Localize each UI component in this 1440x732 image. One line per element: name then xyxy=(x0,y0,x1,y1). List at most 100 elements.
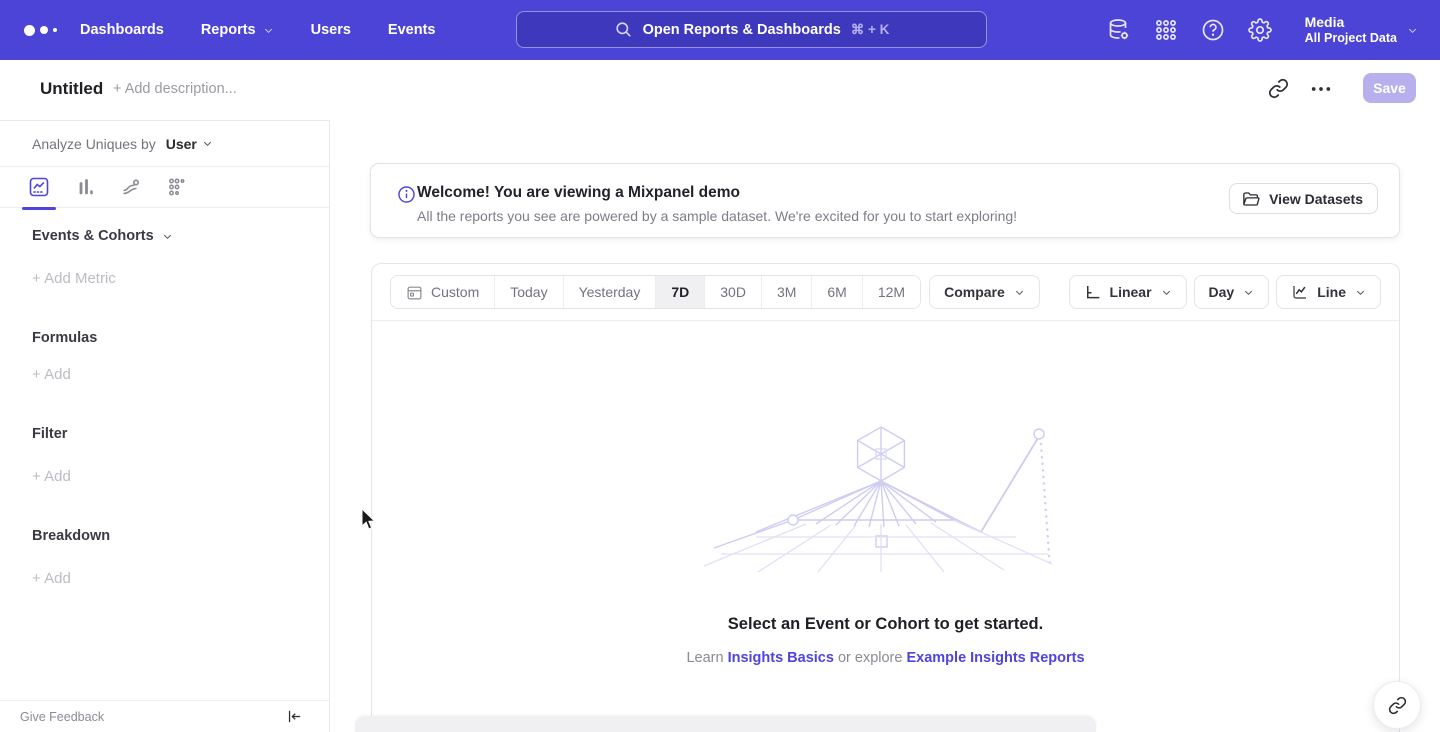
section-title: Formulas xyxy=(32,330,97,346)
chart-type-label: Line xyxy=(1317,284,1346,300)
apps-grid-icon[interactable] xyxy=(1154,18,1178,42)
empty-state-links: Learn Insights Basics or explore Example… xyxy=(372,650,1399,666)
report-description-placeholder[interactable]: + Add description... xyxy=(113,81,237,97)
add-formula-button[interactable]: + Add xyxy=(32,366,71,383)
chevron-down-icon xyxy=(1243,287,1254,298)
chevron-down-icon xyxy=(1407,25,1418,36)
global-search-bar[interactable]: Open Reports & Dashboards ⌘ + K xyxy=(516,11,987,48)
linear-axis-icon xyxy=(1084,283,1102,301)
chevron-down-icon xyxy=(1014,287,1025,298)
more-options-icon[interactable] xyxy=(1310,81,1332,97)
line-chart-icon xyxy=(29,177,49,197)
collapse-sidebar-icon[interactable] xyxy=(286,708,303,725)
search-shortcut: ⌘ + K xyxy=(851,22,890,38)
top-nav-items: Dashboards Reports Users Events xyxy=(80,22,435,38)
add-breakdown-button[interactable]: + Add xyxy=(32,570,71,587)
search-label: Open Reports & Dashboards xyxy=(643,22,841,38)
chart-display-controls: Linear Day Line xyxy=(1069,275,1381,309)
section-breakdown: Breakdown xyxy=(32,528,110,544)
floating-share-link-button[interactable] xyxy=(1373,681,1421,729)
project-name: Media xyxy=(1305,14,1397,31)
chevron-down-icon xyxy=(1161,287,1172,298)
tab-line-chart[interactable] xyxy=(27,167,51,208)
mixpanel-logo-icon[interactable] xyxy=(24,25,60,36)
tab-flows-chart[interactable] xyxy=(119,167,143,208)
nav-label: Users xyxy=(311,22,351,38)
help-icon[interactable] xyxy=(1201,18,1225,42)
mixpanel-insights-screen: Dashboards Reports Users Events Open Rep… xyxy=(0,0,1440,732)
tab-retention-grid[interactable] xyxy=(165,167,189,208)
range-label: Yesterday xyxy=(579,284,641,300)
section-formulas: Formulas xyxy=(32,330,97,346)
view-datasets-button[interactable]: View Datasets xyxy=(1229,183,1378,214)
search-icon xyxy=(614,20,633,39)
empty-state-title: Select an Event or Cohort to get started… xyxy=(372,615,1399,634)
nav-item-dashboards[interactable]: Dashboards xyxy=(80,22,164,38)
copy-link-icon[interactable] xyxy=(1268,78,1289,99)
range-6m[interactable]: 6M xyxy=(811,276,861,308)
range-3m[interactable]: 3M xyxy=(761,276,811,308)
report-title[interactable]: Untitled xyxy=(40,79,103,99)
nav-item-events[interactable]: Events xyxy=(388,22,436,38)
results-panel-peek xyxy=(355,716,1096,732)
explore-infix: or explore xyxy=(838,650,902,666)
nav-item-users[interactable]: Users xyxy=(311,22,351,38)
banner-title: Welcome! You are viewing a Mixpanel demo xyxy=(417,184,740,202)
query-builder-sidebar: Analyze Uniques by User xyxy=(0,120,330,732)
flows-icon xyxy=(121,177,141,197)
section-events-cohorts[interactable]: Events & Cohorts xyxy=(32,228,173,244)
data-management-icon[interactable] xyxy=(1107,18,1131,42)
line-chart-icon xyxy=(1291,283,1309,301)
range-label: 6M xyxy=(827,284,846,300)
learn-prefix: Learn xyxy=(686,650,723,666)
section-title: Events & Cohorts xyxy=(32,228,154,244)
range-label: Today xyxy=(510,284,547,300)
tab-bar-chart[interactable] xyxy=(73,167,97,208)
chevron-down-icon xyxy=(162,231,173,242)
project-switcher[interactable]: Media All Project Data xyxy=(1305,14,1418,46)
add-filter-button[interactable]: + Add xyxy=(32,468,71,485)
date-range-segmented-control: Custom Today Yesterday 7D 30D 3M 6M 12M xyxy=(390,275,921,309)
link-icon xyxy=(1388,696,1407,715)
add-metric-button[interactable]: + Add Metric xyxy=(32,270,116,287)
example-reports-link[interactable]: Example Insights Reports xyxy=(906,650,1084,666)
section-title: Filter xyxy=(32,426,67,442)
demo-welcome-banner: Welcome! You are viewing a Mixpanel demo… xyxy=(370,163,1400,238)
nav-label: Dashboards xyxy=(80,22,164,38)
interval-dropdown[interactable]: Day xyxy=(1194,275,1270,309)
nav-label: Reports xyxy=(201,22,256,38)
section-filter: Filter xyxy=(32,426,67,442)
nav-item-reports[interactable]: Reports xyxy=(201,22,274,38)
nav-label: Events xyxy=(388,22,436,38)
range-today[interactable]: Today xyxy=(494,276,562,308)
chevron-down-icon xyxy=(263,25,274,36)
range-label: 3M xyxy=(777,284,796,300)
insights-chart-card: Custom Today Yesterday 7D 30D 3M 6M 12M … xyxy=(371,263,1400,732)
bar-chart-icon xyxy=(75,177,95,197)
range-label: 30D xyxy=(720,284,746,300)
settings-gear-icon[interactable] xyxy=(1248,18,1272,42)
range-label: 7D xyxy=(671,284,689,300)
project-subtitle: All Project Data xyxy=(1305,31,1397,46)
scale-dropdown[interactable]: Linear xyxy=(1069,275,1187,309)
analyze-by-dropdown[interactable]: User xyxy=(166,136,213,152)
visualization-tabs xyxy=(0,167,329,208)
grid-dots-icon xyxy=(167,177,187,197)
analyze-value-label: User xyxy=(166,136,197,152)
compare-button[interactable]: Compare xyxy=(929,275,1040,309)
section-title: Breakdown xyxy=(32,528,110,544)
chart-type-dropdown[interactable]: Line xyxy=(1276,275,1381,309)
sidebar-footer: Give Feedback xyxy=(0,700,329,732)
scale-label: Linear xyxy=(1110,284,1152,300)
range-30d[interactable]: 30D xyxy=(704,276,761,308)
give-feedback-link[interactable]: Give Feedback xyxy=(20,710,104,724)
top-nav-right: Media All Project Data xyxy=(1107,0,1418,60)
insights-basics-link[interactable]: Insights Basics xyxy=(728,650,834,666)
range-label: Custom xyxy=(431,284,479,300)
info-icon xyxy=(397,185,416,204)
range-7d[interactable]: 7D xyxy=(655,276,704,308)
range-custom[interactable]: Custom xyxy=(391,276,494,308)
range-yesterday[interactable]: Yesterday xyxy=(563,276,656,308)
range-12m[interactable]: 12M xyxy=(862,276,920,308)
save-button[interactable]: Save xyxy=(1363,73,1416,103)
